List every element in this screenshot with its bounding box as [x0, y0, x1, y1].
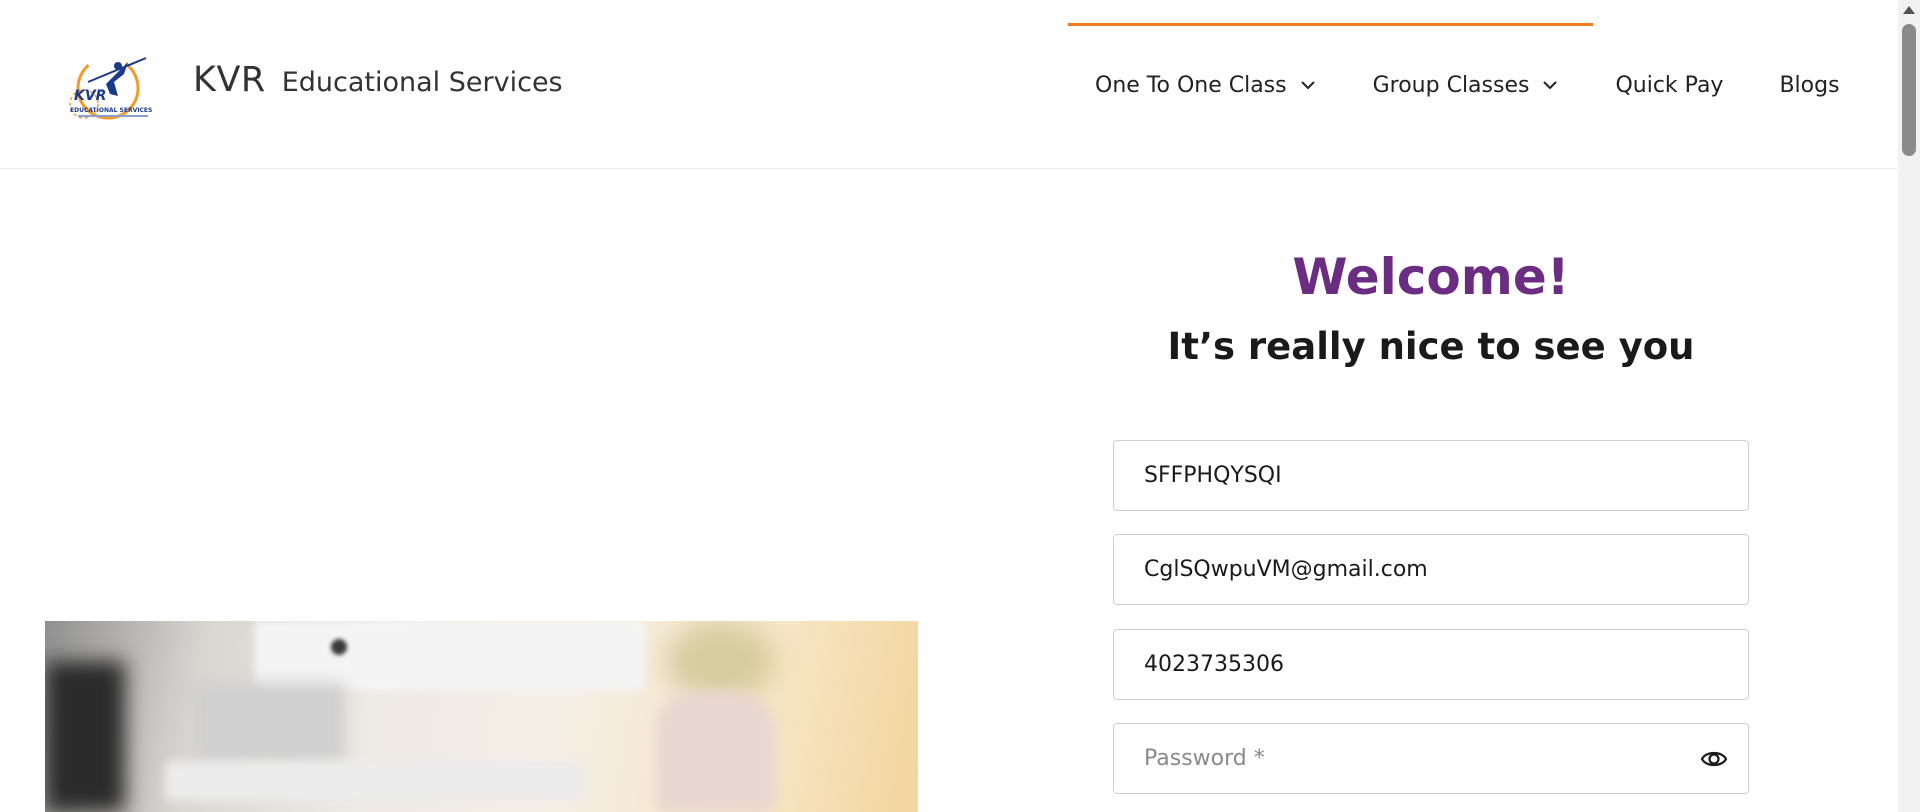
phone-input[interactable]	[1114, 630, 1748, 699]
scroll-thumb[interactable]	[1902, 24, 1916, 156]
brand-name: KVR	[193, 60, 266, 100]
phone-field[interactable]	[1113, 629, 1749, 700]
password-input[interactable]	[1114, 724, 1748, 793]
nav-one-to-one-class[interactable]: One To One Class	[1095, 73, 1317, 98]
nav-accent-bar	[1068, 23, 1593, 26]
welcome-subtitle: It’s really nice to see you	[1167, 325, 1695, 368]
password-field[interactable]	[1113, 723, 1749, 794]
nav-blogs[interactable]: Blogs	[1779, 73, 1839, 98]
nav-label: Group Classes	[1372, 72, 1530, 98]
name-input[interactable]	[1114, 441, 1748, 510]
scroll-up-arrow-icon[interactable]	[1903, 6, 1915, 14]
nav-quick-pay[interactable]: Quick Pay	[1615, 73, 1723, 98]
brand[interactable]: KVR Educational Services	[193, 60, 563, 100]
page-scrollbar[interactable]	[1898, 0, 1920, 812]
office-desk-image	[45, 621, 918, 812]
nav-label: Blogs	[1779, 72, 1840, 98]
kvr-logo[interactable]: KVR EDUCATIONAL SERVICES	[58, 52, 158, 124]
chevron-down-icon	[1300, 81, 1315, 90]
chevron-down-icon	[1543, 81, 1558, 90]
name-field[interactable]	[1113, 440, 1749, 511]
svg-text:EDUCATIONAL SERVICES: EDUCATIONAL SERVICES	[70, 107, 152, 114]
email-field[interactable]	[1113, 534, 1749, 605]
welcome-title: Welcome!	[1292, 248, 1570, 306]
main-nav: One To One Class Group Classes Quick Pay…	[1095, 67, 1840, 103]
email-input[interactable]	[1114, 535, 1748, 604]
nav-group-classes[interactable]: Group Classes	[1373, 73, 1560, 98]
svg-text:KVR: KVR	[74, 88, 106, 104]
nav-label: Quick Pay	[1615, 72, 1724, 98]
site-header: KVR EDUCATIONAL SERVICES KVR Educational…	[0, 0, 1898, 169]
eye-icon[interactable]	[1700, 746, 1728, 772]
brand-subtitle: Educational Services	[281, 67, 563, 98]
nav-label: One To One Class	[1095, 72, 1287, 98]
